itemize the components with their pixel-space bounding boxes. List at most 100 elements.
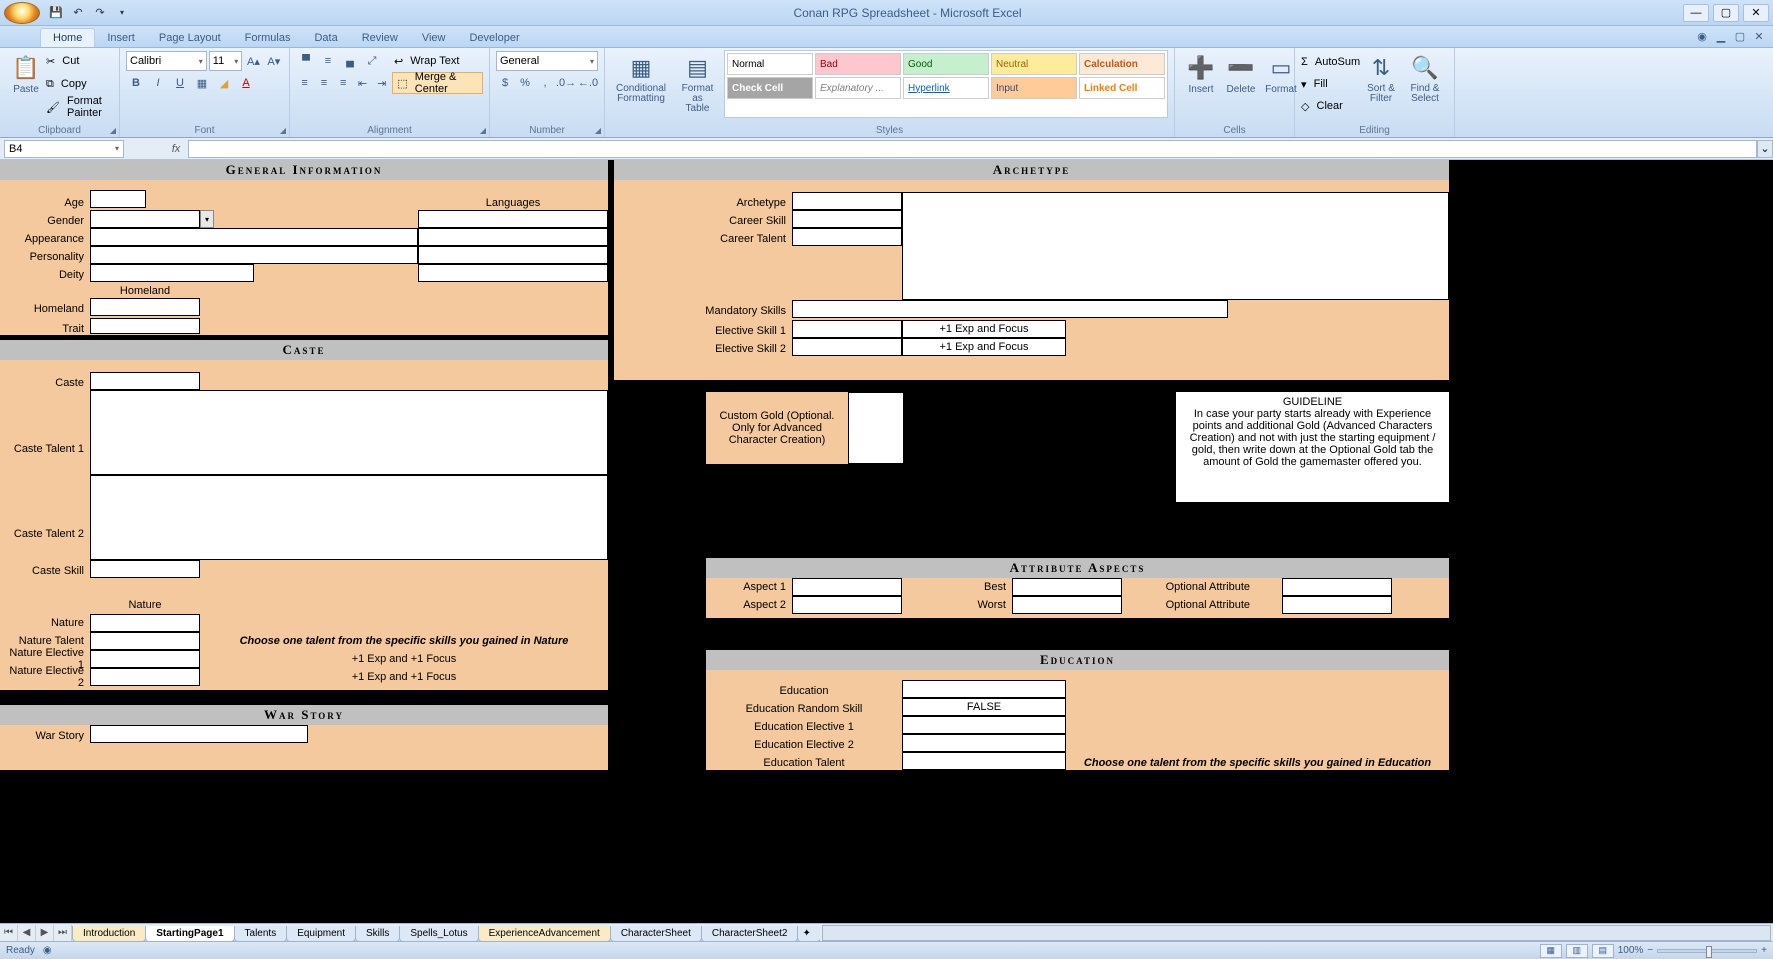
input-edu-talent[interactable] xyxy=(902,752,1066,770)
input-elective2[interactable] xyxy=(792,338,902,356)
input-custom-gold[interactable] xyxy=(848,392,904,464)
input-edu-rand[interactable]: FALSE xyxy=(902,698,1066,716)
style-checkcell[interactable]: Check Cell xyxy=(727,77,813,99)
ribbon-restore-icon[interactable]: ▢ xyxy=(1732,28,1748,44)
style-good[interactable]: Good xyxy=(903,53,989,75)
fx-button[interactable]: fx xyxy=(164,140,188,158)
number-launcher[interactable]: ◢ xyxy=(595,126,601,135)
style-linked[interactable]: Linked Cell xyxy=(1079,77,1165,99)
minimize-button[interactable]: — xyxy=(1683,4,1709,22)
tab-nav-prev[interactable]: ◀ xyxy=(18,925,36,941)
inc-decimal-button[interactable]: .0→ xyxy=(556,73,576,93)
align-center-button[interactable]: ≡ xyxy=(315,73,332,93)
style-bad[interactable]: Bad xyxy=(815,53,901,75)
format-as-table-button[interactable]: ▤Format as Table xyxy=(675,50,720,118)
wrap-text-button[interactable]: ↩ Wrap Text xyxy=(394,50,459,72)
align-left-button[interactable]: ≡ xyxy=(296,73,313,93)
orientation-button[interactable]: ⤢ xyxy=(362,51,382,71)
alignment-launcher[interactable]: ◢ xyxy=(480,126,486,135)
input-opt2[interactable] xyxy=(1282,596,1392,614)
view-break-button[interactable]: ▤ xyxy=(1592,944,1614,958)
input-caste[interactable] xyxy=(90,372,200,390)
shrink-font-button[interactable]: A▾ xyxy=(265,51,283,71)
style-input[interactable]: Input xyxy=(991,77,1077,99)
qat-dropdown-icon[interactable]: ▾ xyxy=(112,4,132,22)
style-neutral[interactable]: Neutral xyxy=(991,53,1077,75)
input-lang2[interactable] xyxy=(418,228,608,246)
ribbon-close-icon[interactable]: ✕ xyxy=(1751,28,1767,44)
grow-font-button[interactable]: A▴ xyxy=(244,51,262,71)
sheet-tab-equipment[interactable]: Equipment xyxy=(286,926,356,942)
input-worst[interactable] xyxy=(1012,596,1122,614)
font-launcher[interactable]: ◢ xyxy=(280,126,286,135)
percent-button[interactable]: % xyxy=(516,73,534,93)
sheet-tab-introduction[interactable]: Introduction xyxy=(72,926,146,942)
indent-inc-button[interactable]: ⇥ xyxy=(373,73,390,93)
input-edu-e1[interactable] xyxy=(902,716,1066,734)
autosum-button[interactable]: Σ AutoSum xyxy=(1301,51,1360,73)
office-button[interactable] xyxy=(4,2,40,24)
style-hyperlink[interactable]: Hyperlink xyxy=(903,77,989,99)
ribbon-minimize-icon[interactable]: ▁ xyxy=(1713,28,1729,44)
clear-button[interactable]: ◇ Clear xyxy=(1301,95,1360,117)
sheet-tab-charsheet2[interactable]: CharacterSheet2 xyxy=(701,926,799,942)
input-nature-talent[interactable] xyxy=(90,632,200,650)
input-edu[interactable] xyxy=(902,680,1066,698)
currency-button[interactable]: $ xyxy=(496,73,514,93)
input-career-desc[interactable] xyxy=(902,192,1449,300)
tab-nav-last[interactable]: ⏭ xyxy=(54,925,72,941)
input-deity[interactable] xyxy=(90,264,254,282)
input-homeland[interactable] xyxy=(90,298,200,316)
copy-button[interactable]: ⧉ Copy xyxy=(46,73,113,95)
sheet-tab-spells[interactable]: Spells_Lotus xyxy=(399,926,478,942)
input-opt1[interactable] xyxy=(1282,578,1392,596)
merge-center-button[interactable]: ⬚ Merge & Center xyxy=(392,72,483,94)
formula-input[interactable] xyxy=(188,140,1757,158)
conditional-formatting-button[interactable]: ▦Conditional Formatting xyxy=(611,50,671,118)
align-middle-button[interactable]: ≡ xyxy=(318,51,338,71)
input-edu-e2[interactable] xyxy=(902,734,1066,752)
input-caste-talent2[interactable] xyxy=(90,475,608,560)
zoom-slider[interactable] xyxy=(1657,949,1757,953)
zoom-in-button[interactable]: + xyxy=(1761,945,1767,956)
tab-formulas[interactable]: Formulas xyxy=(233,29,303,47)
tab-review[interactable]: Review xyxy=(350,29,410,47)
underline-button[interactable]: U xyxy=(170,73,190,93)
input-elective1[interactable] xyxy=(792,320,902,338)
input-nature[interactable] xyxy=(90,614,200,632)
format-painter-button[interactable]: 🖌 Format Painter xyxy=(46,96,113,118)
bold-button[interactable]: B xyxy=(126,73,146,93)
input-a1[interactable] xyxy=(792,578,902,596)
sheet-tab-startingpage1[interactable]: StartingPage1 xyxy=(145,926,234,942)
insert-cells-button[interactable]: ➕Insert xyxy=(1181,50,1221,118)
tab-insert[interactable]: Insert xyxy=(95,29,147,47)
view-layout-button[interactable]: ▥ xyxy=(1566,944,1588,958)
font-size-combo[interactable]: 11▾ xyxy=(209,51,242,71)
undo-icon[interactable]: ↶ xyxy=(68,4,88,22)
sheet-tab-talents[interactable]: Talents xyxy=(234,926,288,942)
align-top-button[interactable]: ▀ xyxy=(296,51,316,71)
delete-cells-button[interactable]: ➖Delete xyxy=(1221,50,1261,118)
view-normal-button[interactable]: ▦ xyxy=(1540,944,1562,958)
name-box[interactable]: B4▾ xyxy=(4,140,124,158)
tab-home[interactable]: Home xyxy=(40,28,95,47)
help-icon[interactable]: ◉ xyxy=(1694,28,1710,44)
italic-button[interactable]: I xyxy=(148,73,168,93)
clipboard-launcher[interactable]: ◢ xyxy=(110,126,116,135)
input-trait[interactable] xyxy=(90,318,200,334)
input-career-skill[interactable] xyxy=(792,210,902,228)
sort-filter-button[interactable]: ⇅Sort & Filter xyxy=(1360,50,1402,118)
fill-button[interactable]: ▾ Fill xyxy=(1301,73,1360,95)
find-select-button[interactable]: 🔍Find & Select xyxy=(1402,50,1448,118)
paste-button[interactable]: 📋 Paste xyxy=(6,50,46,118)
input-lang4[interactable] xyxy=(418,264,608,282)
font-name-combo[interactable]: Calibri▾ xyxy=(126,51,207,71)
tab-view[interactable]: View xyxy=(410,29,458,47)
indent-dec-button[interactable]: ⇤ xyxy=(354,73,371,93)
style-calculation[interactable]: Calculation xyxy=(1079,53,1165,75)
input-best[interactable] xyxy=(1012,578,1122,596)
input-caste-skill[interactable] xyxy=(90,560,200,578)
sheet-tab-experience[interactable]: ExperienceAdvancement xyxy=(478,926,611,942)
input-arch[interactable] xyxy=(792,192,902,210)
align-bottom-button[interactable]: ▄ xyxy=(340,51,360,71)
